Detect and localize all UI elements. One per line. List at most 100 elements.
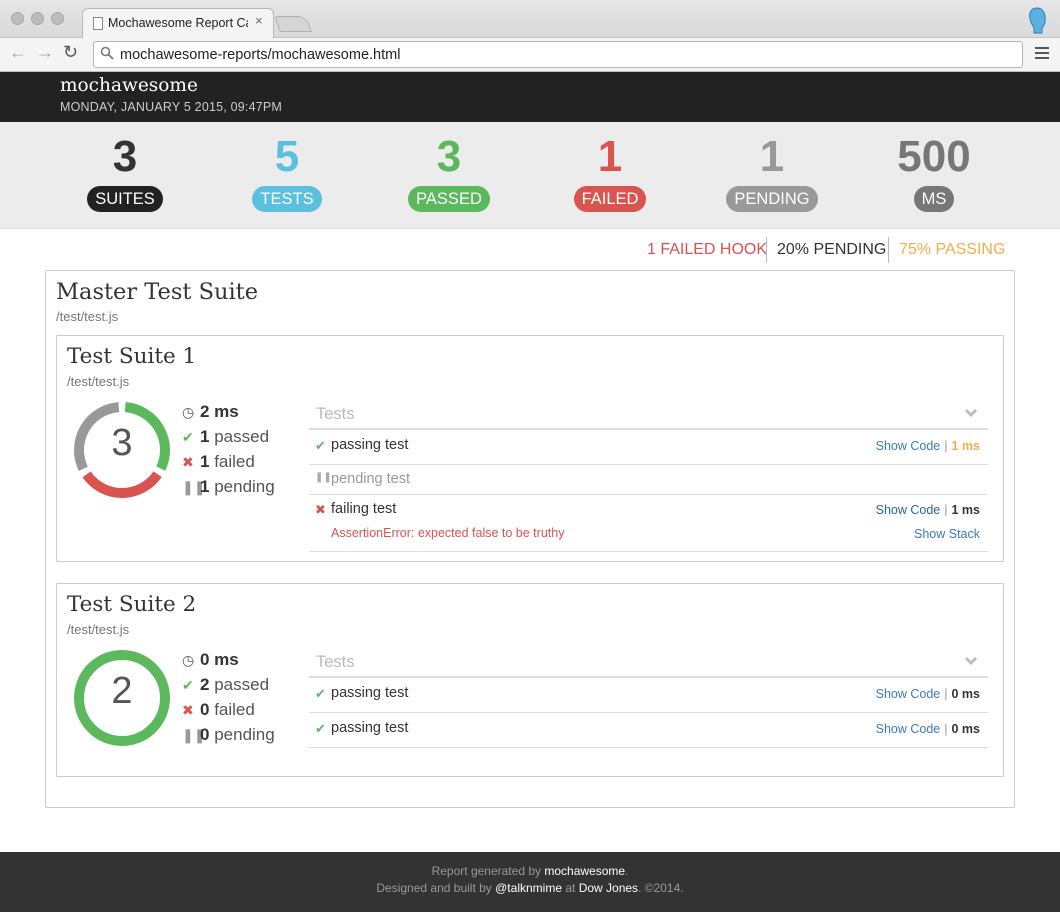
suite-donut-chart: 2	[72, 648, 172, 748]
clock-icon: ◷	[182, 652, 195, 668]
check-icon: ✔	[182, 429, 194, 445]
pipe: |	[944, 722, 948, 736]
passed-label: passed	[214, 675, 270, 694]
show-stack-link[interactable]: Show Stack	[914, 527, 980, 541]
stat-label: SUITES	[87, 186, 163, 212]
test-title: passing test	[331, 720, 409, 736]
tests-toggle[interactable]: Tests	[309, 648, 988, 678]
browser-tab-strip: Mochawesome Report Card ×	[0, 0, 1060, 39]
error-message: AssertionError: expected false to be tru…	[331, 526, 565, 540]
document-icon	[93, 17, 103, 30]
dow-jones-link[interactable]: Dow Jones	[579, 881, 638, 895]
quick-passing-percent: 75% PASSING	[899, 241, 1006, 258]
suite-pending: ❚❚0 pending	[182, 725, 275, 745]
stat-label: FAILED	[573, 186, 647, 212]
pipe: |	[944, 503, 948, 517]
footer-line-2: Designed and built by @talknmime at Dow …	[0, 881, 1060, 895]
url-text[interactable]: mochawesome-reports/mochawesome.html	[120, 47, 400, 63]
stat-passed: 3 PASSED	[379, 130, 519, 212]
tab-close-icon[interactable]: ×	[255, 13, 263, 28]
divider	[766, 237, 767, 263]
suite-failed: ✖ 0 failed	[182, 700, 255, 720]
cross-icon: ✖	[182, 702, 194, 718]
test-title: passing test	[331, 685, 409, 701]
maximize-window-button[interactable]	[51, 12, 64, 25]
pause-icon: ❚❚	[182, 727, 206, 743]
stat-value: 5	[274, 132, 300, 181]
mochawesome-link[interactable]: mochawesome	[544, 864, 625, 878]
suite-duration-value: 2 ms	[200, 402, 239, 421]
suite-path: /test/test.js	[67, 622, 130, 637]
footer-text: Report generated by	[431, 864, 545, 878]
stat-label: TESTS	[252, 186, 322, 212]
test-row-failed: ✖ failing test Show Code | 1 ms AssertionE…	[309, 495, 988, 552]
browser-tab[interactable]: Mochawesome Report Card ×	[82, 8, 274, 39]
suite-passed-count: 1	[200, 427, 210, 446]
suite-duration-value: 0 ms	[200, 650, 239, 669]
suite-donut-chart: 3	[72, 400, 172, 500]
back-button[interactable]: ←	[9, 42, 27, 63]
show-code-link[interactable]: Show Code	[876, 503, 941, 517]
stat-tests: 5 TESTS	[217, 130, 357, 212]
chevron-down-icon[interactable]	[964, 406, 978, 420]
pipe: |	[944, 439, 948, 453]
footer-text: at	[562, 881, 579, 895]
summary-bar: 3 SUITES 5 TESTS 3 PASSED 1 FAILED 1 PEN…	[0, 122, 1060, 229]
test-row-passed: ✔ passing test Show Code | 0 ms	[309, 678, 988, 713]
hamburger-menu-icon[interactable]	[1035, 47, 1049, 62]
forward-button[interactable]: →	[36, 42, 54, 63]
failed-label: failed	[214, 700, 255, 719]
chevron-down-icon[interactable]	[964, 654, 978, 668]
minimize-window-button[interactable]	[31, 12, 44, 25]
test-duration: 1 ms	[951, 439, 981, 453]
tests-toggle[interactable]: Tests	[309, 400, 988, 430]
suite-pending-count: 0	[200, 725, 210, 744]
reload-button[interactable]: ↻	[63, 42, 78, 63]
show-code-link[interactable]: Show Code	[876, 722, 941, 736]
cross-icon: ✖	[182, 454, 194, 470]
stat-value: 1	[759, 132, 785, 181]
footer-text: Designed and built by	[376, 881, 496, 895]
show-code-link[interactable]: Show Code	[876, 687, 941, 701]
close-window-button[interactable]	[11, 12, 24, 25]
suite-title: Test Suite 1	[67, 344, 197, 369]
stat-suites: 3 SUITES	[55, 130, 195, 212]
divider	[888, 237, 889, 263]
test-title: pending test	[331, 471, 411, 487]
test-title: passing test	[331, 437, 409, 453]
test-row-passed: ✔ passing test Show Code | 1 ms	[309, 430, 988, 465]
show-code-link[interactable]: Show Code	[876, 439, 941, 453]
browser-toolbar: ← → ↻ mochawesome-reports/mochawesome.ht…	[0, 38, 1060, 72]
donut-failed-segment	[82, 471, 162, 498]
profile-icon[interactable]	[1026, 6, 1048, 34]
pause-icon: ❚❚	[182, 479, 206, 495]
check-icon: ✔	[315, 438, 326, 453]
suite-passed-count: 2	[200, 675, 210, 694]
search-icon	[100, 46, 114, 60]
new-tab-button[interactable]	[274, 16, 312, 32]
test-suite-2: Test Suite 2 /test/test.js 2 ◷ 0 ms ✔ 2 pa…	[56, 583, 1004, 777]
stat-label: PENDING	[726, 186, 818, 212]
author-link[interactable]: @talknmime	[495, 881, 562, 895]
pause-icon: ❚❚	[315, 472, 332, 483]
footer-text: .	[625, 864, 629, 878]
test-row-passed: ✔ passing test Show Code | 0 ms	[309, 713, 988, 748]
check-icon: ✔	[182, 677, 194, 693]
stat-value: 3	[436, 132, 462, 181]
cross-icon: ✖	[315, 502, 326, 517]
passed-label: passed	[214, 427, 270, 446]
tests-heading: Tests	[316, 405, 355, 423]
check-icon: ✔	[315, 686, 326, 701]
brand-title[interactable]: mochawesome	[60, 75, 198, 96]
address-bar[interactable]: mochawesome-reports/mochawesome.html	[93, 41, 1023, 68]
page-footer: Report generated by mochawesome. Designe…	[0, 852, 1060, 912]
suite-passed: ✔ 1 passed	[182, 427, 269, 447]
stat-pending: 1 PENDING	[702, 130, 842, 212]
stat-value: 500	[897, 132, 971, 181]
quick-pending-percent: 20% PENDING	[777, 241, 887, 258]
suite-title: Test Suite 2	[67, 592, 197, 617]
test-meta: Show Code | 1 ms	[876, 439, 980, 453]
quick-failed-hooks: 1 FAILED HOOK	[647, 241, 768, 258]
suite-failed: ✖ 1 failed	[182, 452, 255, 472]
suite-pending-count: 1	[200, 477, 210, 496]
